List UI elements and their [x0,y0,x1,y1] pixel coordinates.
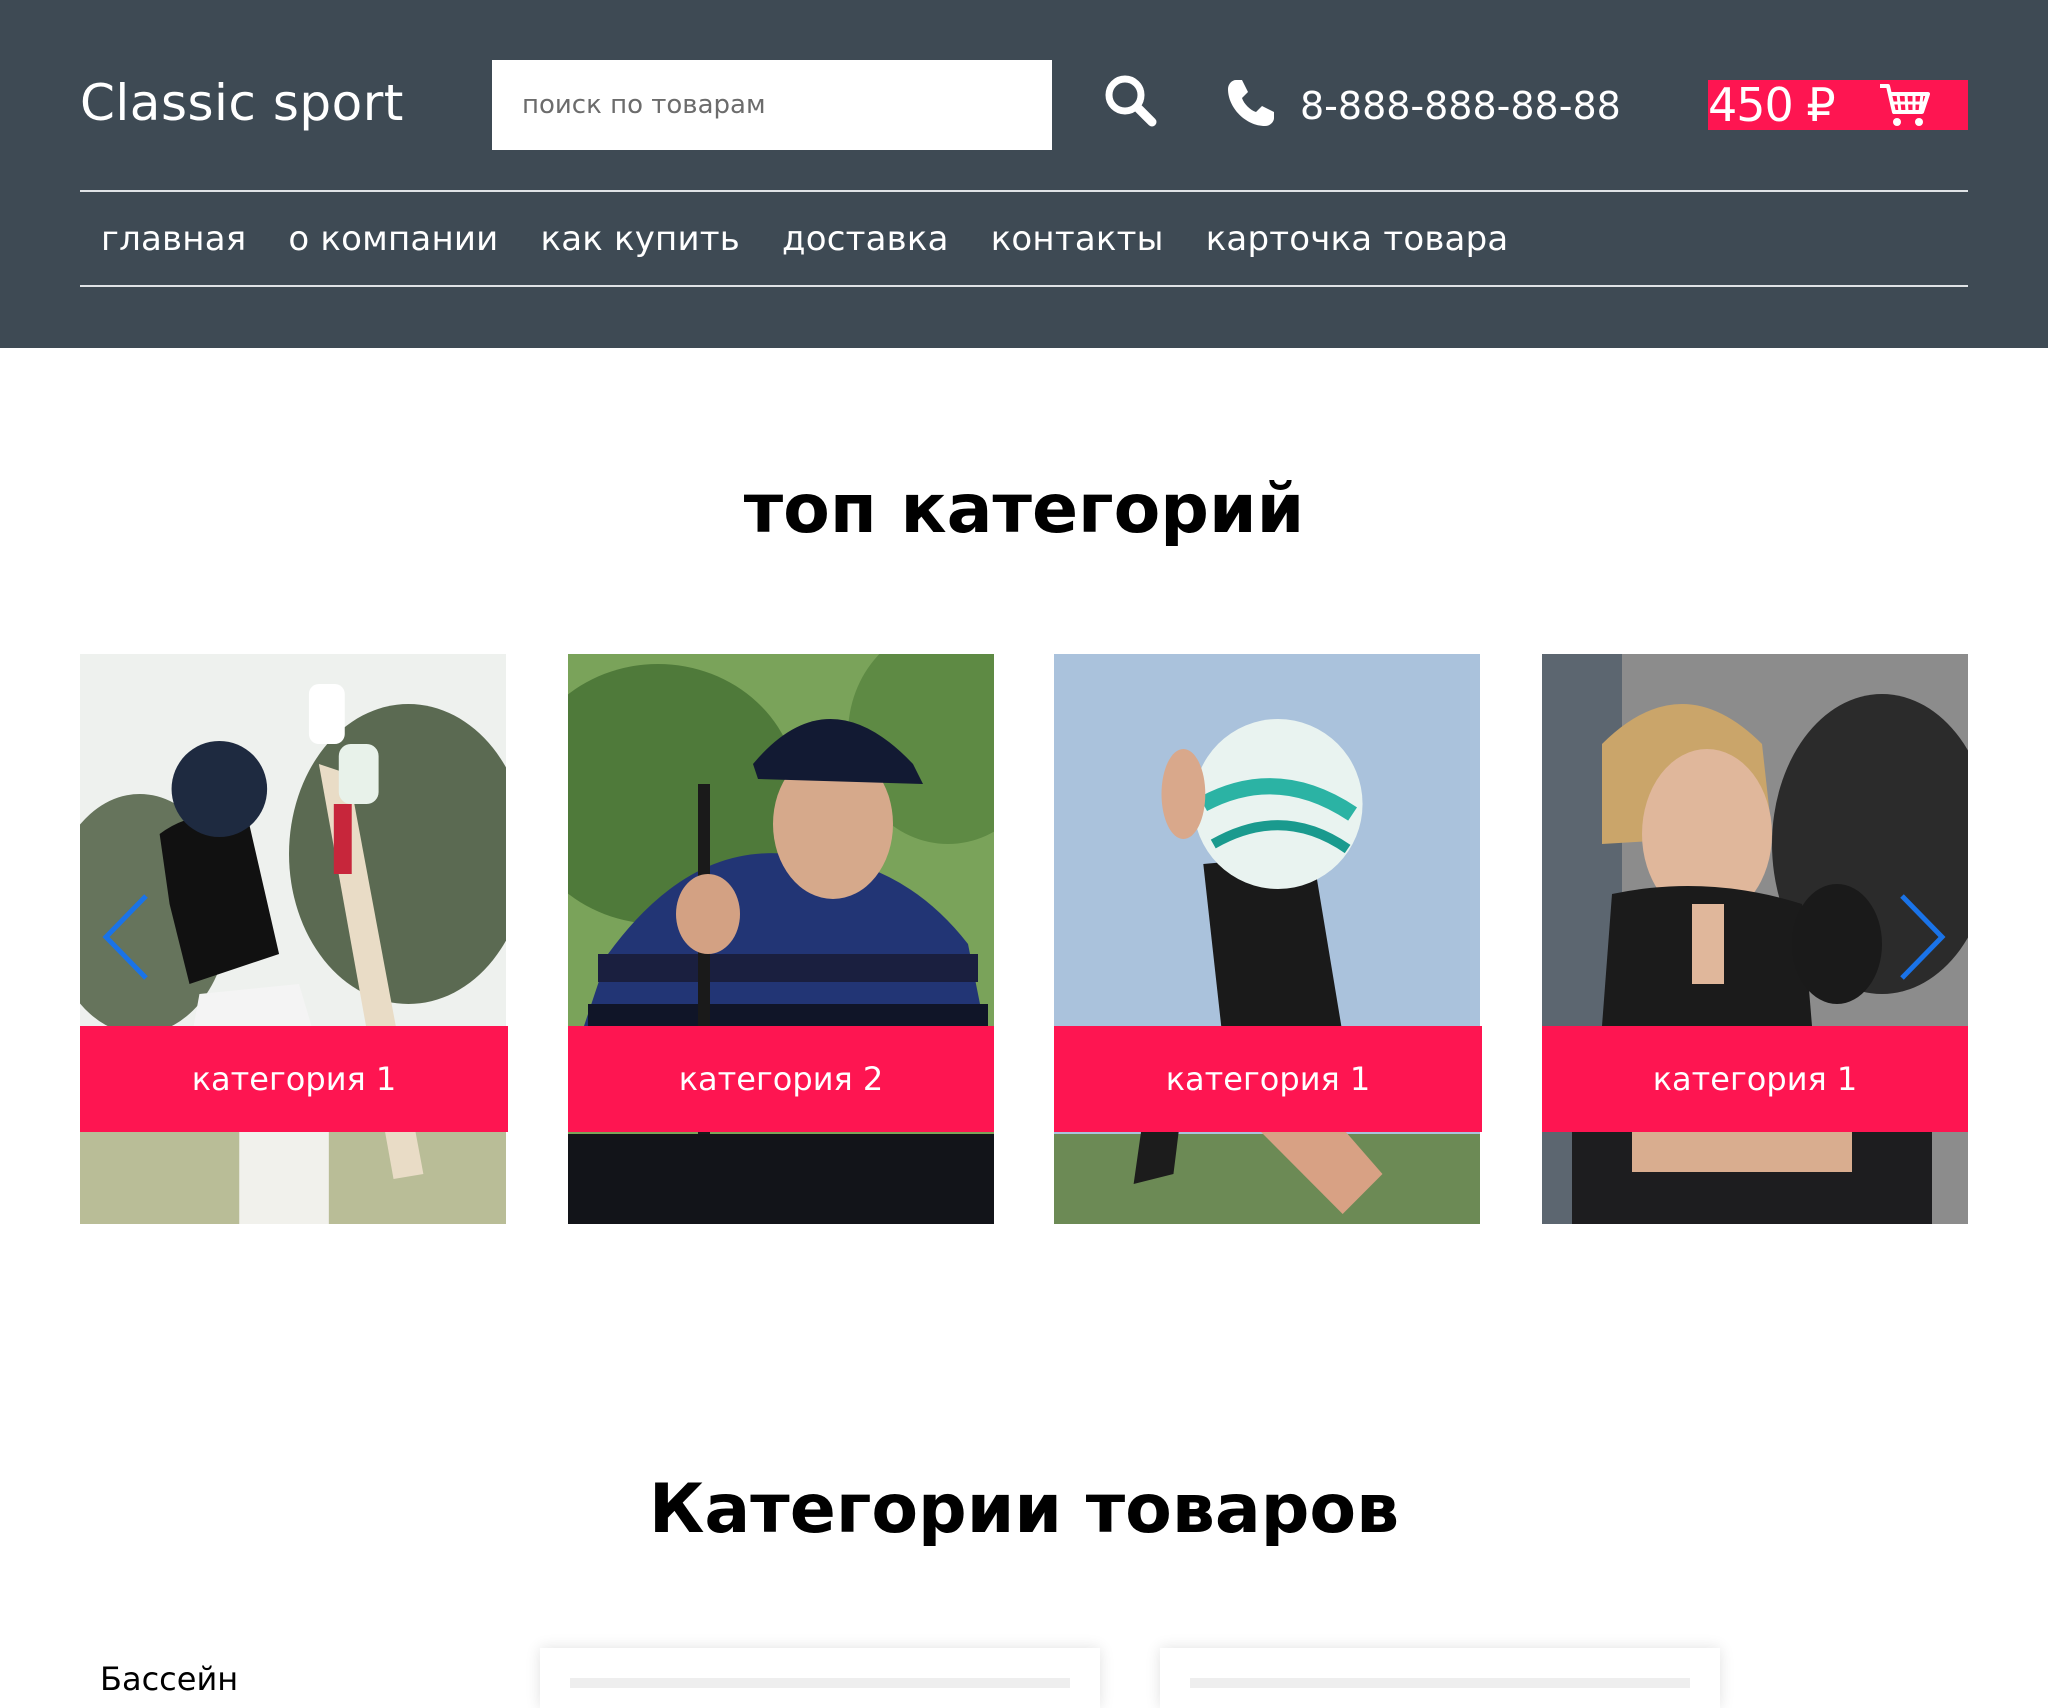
top-categories-title: топ категорий [743,470,1305,549]
cart-button[interactable]: 450 ₽ [1708,80,1968,130]
product-card[interactable] [1160,1648,1720,1708]
category-card[interactable]: категория 2 [568,654,994,1224]
category-sidebar-item[interactable]: Бассейн [100,1660,238,1698]
carousel-prev-arrow-icon[interactable] [100,892,154,982]
category-label: категория 1 [1054,1026,1482,1132]
site-header: Classic sport 8-888-888-88-88 450 ₽ глав… [0,0,2048,348]
product-categories-title: Категории товаров [648,1470,1400,1549]
search-icon[interactable] [1100,70,1160,130]
product-image-placeholder [1190,1678,1690,1688]
nav-item-product-card[interactable]: карточка товара [1185,219,1530,259]
nav-item-about[interactable]: о компании [267,219,519,259]
nav-item-home[interactable]: главная [80,219,267,259]
nav-item-how-to-buy[interactable]: как купить [519,219,761,259]
product-image-placeholder [570,1678,1070,1688]
site-logo[interactable]: Classic sport [80,74,404,132]
nav-divider-bottom [80,285,1968,287]
category-label: категория 1 [1542,1026,1968,1132]
category-photo-netball [1054,654,1480,1224]
nav-item-delivery[interactable]: доставка [761,219,970,259]
category-card[interactable]: категория 1 [1054,654,1482,1224]
cart-total: 450 ₽ [1708,78,1836,132]
phone-number[interactable]: 8-888-888-88-88 [1300,84,1621,128]
product-card[interactable] [540,1648,1100,1708]
category-label: категория 1 [80,1026,508,1132]
category-photo-golf [568,654,994,1224]
search-input[interactable] [492,60,1052,150]
main-nav: главная о компании как купить доставка к… [80,192,1529,285]
carousel-next-arrow-icon[interactable] [1894,892,1948,982]
shopping-cart-icon [1880,84,1930,126]
phone-icon [1228,80,1274,126]
nav-item-contacts[interactable]: контакты [970,219,1185,259]
category-label: категория 2 [568,1026,994,1132]
